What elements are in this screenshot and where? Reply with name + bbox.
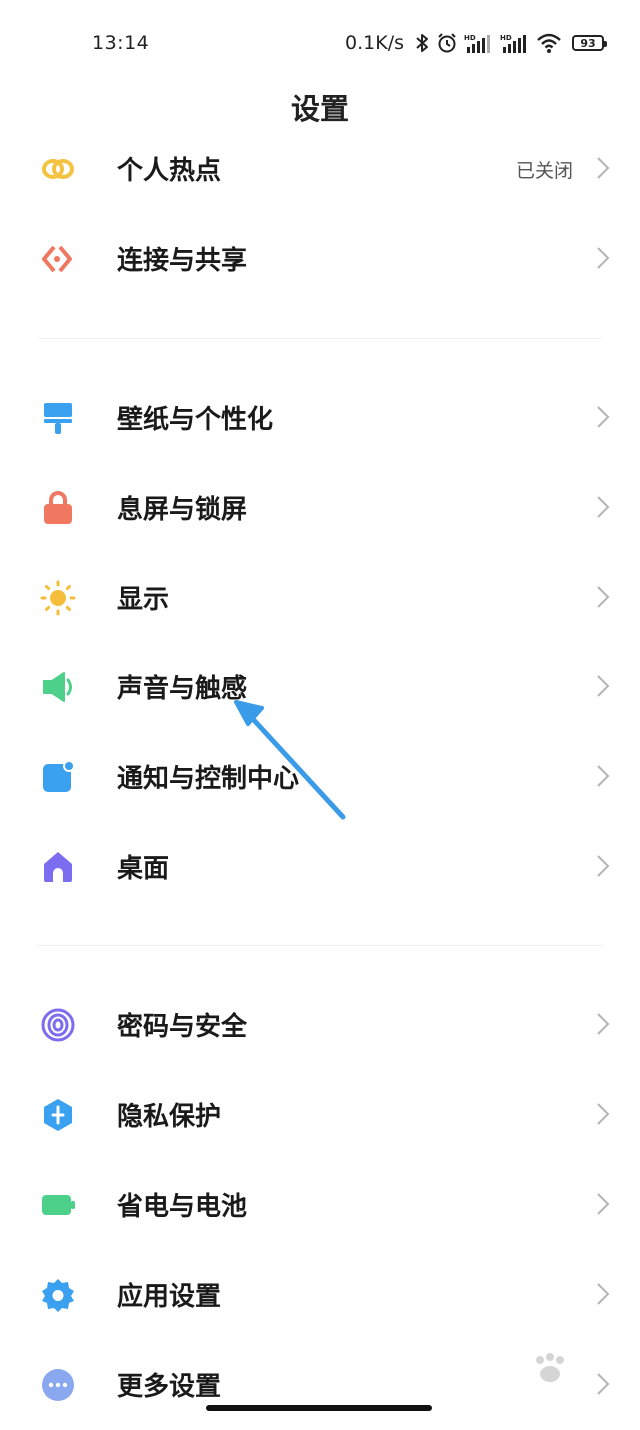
more-dots-icon	[42, 1369, 74, 1401]
chevron-right-icon	[597, 1013, 610, 1035]
status-bar: 13:14 0.1K/s HD HD 93	[0, 0, 640, 88]
battery-saver-icon	[42, 1195, 75, 1215]
svg-text:HD: HD	[464, 34, 476, 42]
item-label: 壁纸与个性化	[117, 405, 274, 435]
item-label: 声音与触感	[117, 674, 248, 704]
item-label: 更多设置	[117, 1372, 222, 1402]
bluetooth-icon	[416, 34, 428, 52]
chevron-right-icon	[597, 855, 610, 877]
hotspot-icon	[42, 159, 74, 179]
home-indicator[interactable]	[206, 1405, 432, 1411]
baidu-watermark-logo	[536, 1353, 564, 1382]
network-speed: 0.1K/s	[345, 32, 404, 54]
section-divider	[38, 945, 602, 946]
settings-item-app-settings[interactable]: 应用设置	[0, 1250, 640, 1340]
fingerprint-icon	[41, 1008, 75, 1042]
settings-item-privacy[interactable]: 隐私保护	[0, 1070, 640, 1160]
item-label: 通知与控制中心	[117, 764, 300, 794]
page-title: 设置	[290, 92, 349, 126]
settings-item-battery[interactable]: 省电与电池	[0, 1160, 640, 1250]
wallpaper-brush-icon	[44, 403, 72, 434]
item-label: 息屏与锁屏	[117, 495, 248, 525]
settings-item-display[interactable]: 显示	[0, 553, 640, 643]
chevron-right-icon	[597, 675, 610, 697]
speaker-icon	[43, 672, 72, 702]
gear-icon	[42, 1279, 74, 1312]
chevron-right-icon	[597, 406, 610, 428]
home-icon	[44, 852, 72, 882]
settings-item-personal-hotspot[interactable]: 个人热点 已关闭	[0, 124, 640, 214]
item-value: 已关闭	[515, 160, 573, 182]
settings-item-password-security[interactable]: 密码与安全	[0, 980, 640, 1070]
connection-sharing-icon	[42, 245, 72, 273]
chevron-right-icon	[597, 496, 610, 518]
settings-item-lock-screen[interactable]: 息屏与锁屏	[0, 463, 640, 553]
settings-item-notification[interactable]: 通知与控制中心	[0, 732, 640, 822]
chevron-right-icon	[597, 586, 610, 608]
item-label: 显示	[117, 585, 170, 615]
battery-icon: 93	[572, 35, 607, 51]
wifi-icon	[537, 33, 561, 53]
svg-text:HD: HD	[500, 34, 512, 42]
alarm-icon	[438, 33, 456, 53]
sun-icon	[40, 580, 76, 616]
chevron-right-icon	[597, 765, 610, 787]
chevron-right-icon	[597, 1193, 610, 1215]
chevron-right-icon	[597, 157, 610, 179]
status-time: 13:14	[92, 32, 150, 54]
chevron-right-icon	[597, 1283, 610, 1305]
settings-item-connection-sharing[interactable]: 连接与共享	[0, 214, 640, 304]
item-label: 密码与安全	[117, 1012, 248, 1042]
item-label: 省电与电池	[117, 1192, 248, 1222]
settings-item-sound[interactable]: 声音与触感	[0, 642, 640, 732]
item-label: 应用设置	[117, 1282, 222, 1312]
signal-hd-2-icon: HD	[500, 34, 526, 53]
status-icons: 0.1K/s HD HD 93	[345, 28, 607, 58]
settings-item-wallpaper[interactable]: 壁纸与个性化	[0, 373, 640, 463]
item-label: 隐私保护	[117, 1102, 222, 1132]
lock-icon	[44, 491, 72, 524]
signal-hd-1-icon: HD	[464, 34, 490, 53]
chevron-right-icon	[597, 1103, 610, 1125]
item-label: 连接与共享	[117, 246, 248, 276]
settings-item-home-screen[interactable]: 桌面	[0, 822, 640, 912]
item-label: 桌面	[117, 854, 170, 884]
privacy-shield-icon	[44, 1099, 72, 1131]
notification-icon	[43, 760, 75, 792]
item-label: 个人热点	[117, 156, 222, 186]
section-divider	[38, 338, 602, 339]
chevron-right-icon	[597, 247, 610, 269]
